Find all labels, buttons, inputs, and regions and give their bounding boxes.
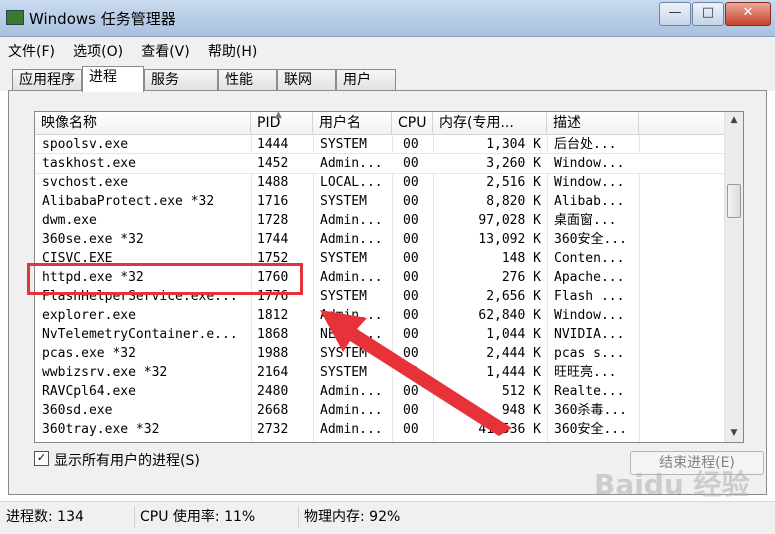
annotation-arrow-icon (320, 310, 512, 436)
watermark-logo: Baidu 经验 (594, 468, 750, 501)
